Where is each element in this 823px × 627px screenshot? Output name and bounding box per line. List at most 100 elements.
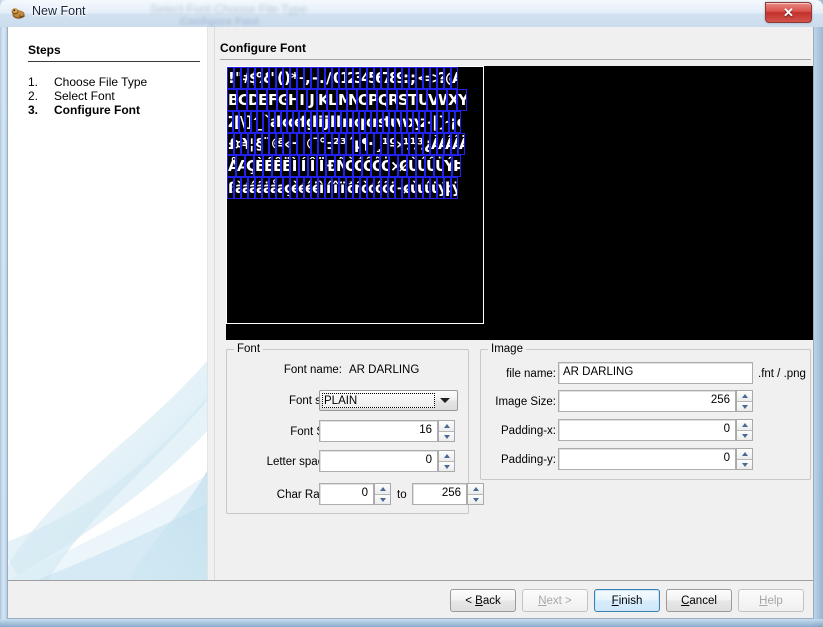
- glyph-cell: ®: [304, 133, 311, 155]
- padding-y-decrement[interactable]: [737, 459, 752, 469]
- glyph-cell: ;: [409, 67, 416, 89]
- image-size-stepper[interactable]: [736, 390, 753, 412]
- glyph-cell: 6: [374, 67, 381, 89]
- padding-x-stepper[interactable]: [736, 419, 753, 441]
- back-button[interactable]: < Back: [450, 589, 516, 612]
- step-number: 3.: [28, 103, 50, 117]
- glyph-cell: 8: [388, 67, 395, 89]
- image-size-value: 256: [563, 391, 730, 411]
- padding-y-increment[interactable]: [737, 449, 752, 459]
- glyph-cell: Ò: [344, 155, 353, 177]
- glyph-row: BCDEFGHIJKLMNOPQRSTUVWXY: [227, 89, 482, 111]
- glyph-cell: D: [247, 89, 257, 111]
- glyph-cell: T: [407, 89, 417, 111]
- glyph-cell: Ø: [398, 155, 407, 177]
- char-range-to-stepper[interactable]: [467, 483, 484, 505]
- glyph-cell: Ó: [353, 155, 362, 177]
- padding-y-stepper[interactable]: [736, 448, 753, 470]
- glyph-row: ÅÆÇÈÉÊËÌÍÎÏÐÑÒÓÔÕÖ×ØÙÚÛÜÝÞ: [227, 155, 482, 177]
- glyph-cell: Ë: [281, 155, 290, 177]
- glyph-cell: Æ: [236, 155, 245, 177]
- glyph-cell: Ü: [434, 155, 443, 177]
- glyph-cell: º: [388, 133, 395, 155]
- letter-spacing-stepper[interactable]: [438, 450, 455, 472]
- font-style-combobox[interactable]: PLAIN: [319, 390, 458, 411]
- glyph-row: Z[\]^_`abcdefghijklmnopqrstuvwxyz{|}~¡¢: [227, 111, 482, 133]
- file-name-input[interactable]: AR DARLING: [558, 362, 753, 384]
- padding-x-label: Padding-x:: [491, 425, 556, 437]
- glyph-row: £¤¥¦§¨©ª«¬­®¯°±²³´µ¶·¸¹º»¼½¾¿ÀÁÂÃÄ: [227, 133, 482, 155]
- glyph-cell: ì: [318, 177, 325, 199]
- glyph-cell: Ç: [245, 155, 254, 177]
- image-size-increment[interactable]: [737, 391, 752, 401]
- glyph-cell: N: [347, 89, 357, 111]
- padding-x-input[interactable]: 0: [558, 419, 736, 441]
- glyph-cell: 5: [367, 67, 374, 89]
- glyph-cell: F: [267, 89, 277, 111]
- glyph-cell: á: [241, 177, 248, 199]
- char-range-from-decrement[interactable]: [375, 494, 390, 504]
- glyph-cell: >: [430, 67, 437, 89]
- glyph-cell: Õ: [371, 155, 380, 177]
- font-size-increment[interactable]: [439, 421, 454, 431]
- char-range-from-input[interactable]: 0: [319, 483, 374, 505]
- finish-button[interactable]: Finish: [594, 589, 660, 612]
- glyph-cell: Í: [299, 155, 308, 177]
- font-size-input[interactable]: 16: [319, 420, 438, 442]
- letter-spacing-decrement[interactable]: [439, 461, 454, 471]
- char-range-to-increment[interactable]: [468, 484, 483, 494]
- glyph-cell: ó: [367, 177, 374, 199]
- glyph-cell: +: [297, 67, 304, 89]
- padding-x-value: 0: [563, 420, 730, 440]
- glyph-cell: ¼: [402, 133, 409, 155]
- cancel-button-label: Cancel: [681, 595, 717, 607]
- glyph-cell: Ê: [272, 155, 281, 177]
- padding-y-label: Padding-y:: [491, 454, 556, 466]
- glyph-cell: °: [318, 133, 325, 155]
- image-size-input[interactable]: 256: [558, 390, 736, 412]
- letter-spacing-input[interactable]: 0: [319, 450, 438, 472]
- font-size-decrement[interactable]: [439, 431, 454, 441]
- glyph-cell: P: [367, 89, 377, 111]
- decorative-swoosh-graphic: [8, 330, 207, 580]
- glyph-cell: Y: [457, 89, 467, 111]
- new-font-dialog-window: Select Font Choose File Type Configure F…: [0, 0, 823, 627]
- wizard-steps-panel: Steps 1. Choose File Type 2. Select Font…: [8, 27, 207, 580]
- font-size-stepper[interactable]: [438, 420, 455, 442]
- cancel-button[interactable]: Cancel: [666, 589, 732, 612]
- glyph-cell: ö: [388, 177, 395, 199]
- back-button-label: < Back: [465, 595, 501, 607]
- close-button[interactable]: ✕: [765, 2, 812, 23]
- padding-x-decrement[interactable]: [737, 430, 752, 440]
- font-group-legend: Font: [234, 343, 263, 355]
- glyph-cell: ï: [339, 177, 346, 199]
- glyph-cell: ²: [332, 133, 339, 155]
- glyph-cell: R: [387, 89, 397, 111]
- font-atlas-preview[interactable]: !"#$%&'()*+,-./0123456789:;<=>?@ABCDEFGH…: [226, 66, 813, 340]
- glyph-cell: .: [318, 67, 325, 89]
- padding-y-input[interactable]: 0: [558, 448, 736, 470]
- char-range-to-decrement[interactable]: [468, 494, 483, 504]
- step-label: Choose File Type: [54, 75, 147, 89]
- step-label: Select Font: [54, 89, 115, 103]
- glyph-cell: ¢: [455, 111, 461, 133]
- step-label: Configure Font: [54, 103, 140, 117]
- step-number: 2.: [28, 89, 50, 103]
- window-frame-bottom: [0, 619, 823, 627]
- glyph-cell: È: [254, 155, 263, 177]
- glyph-cell: ¾: [416, 133, 423, 155]
- padding-x-increment[interactable]: [737, 420, 752, 430]
- glyph-cell: í: [325, 177, 332, 199]
- glyph-cell: ª: [276, 133, 283, 155]
- glyph-cell: ù: [409, 177, 416, 199]
- chevron-down-icon[interactable]: [436, 391, 454, 410]
- glyph-cell: L: [327, 89, 337, 111]
- glyph-cell: À: [430, 133, 437, 155]
- char-range-from-increment[interactable]: [375, 484, 390, 494]
- letter-spacing-increment[interactable]: [439, 451, 454, 461]
- image-size-decrement[interactable]: [737, 401, 752, 411]
- char-range-to-value: 256: [417, 484, 461, 504]
- char-range-to-input[interactable]: 256: [412, 483, 467, 505]
- char-range-from-stepper[interactable]: [374, 483, 391, 505]
- glyph-cell: 9: [395, 67, 402, 89]
